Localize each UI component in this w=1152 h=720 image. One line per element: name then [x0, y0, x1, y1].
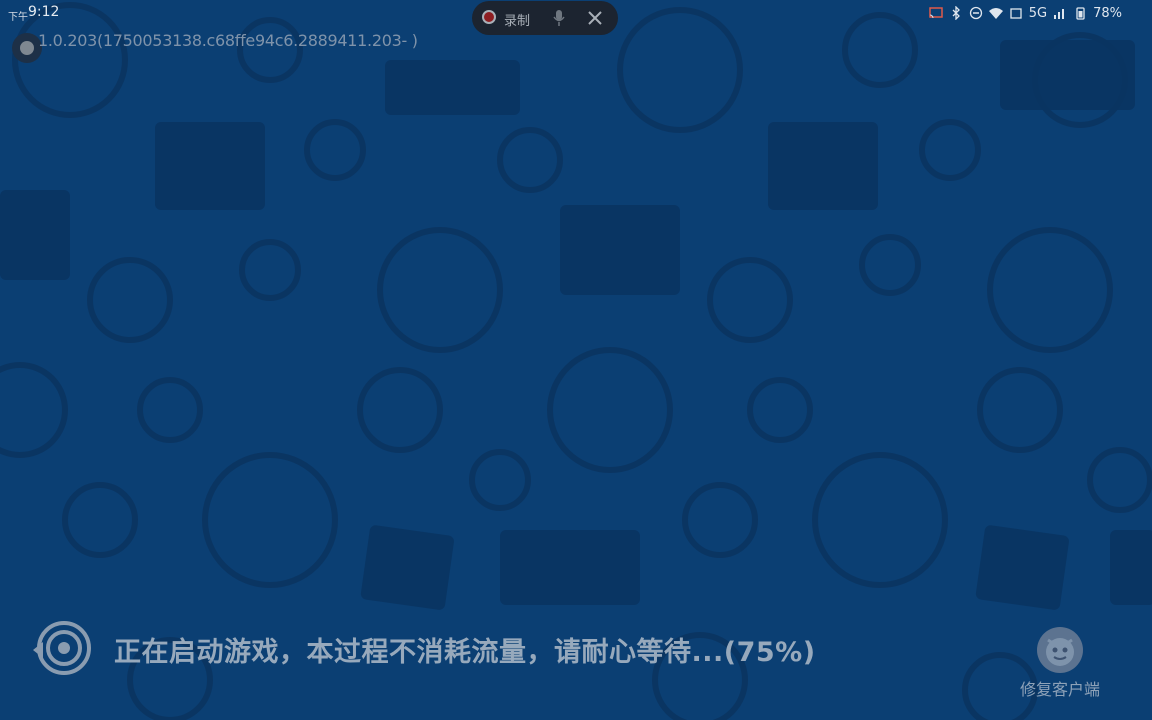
cast-icon	[928, 7, 943, 19]
close-icon[interactable]	[587, 10, 603, 26]
time-prefix: 下午	[8, 12, 28, 23]
background-pattern	[0, 2, 1152, 720]
record-dot-icon[interactable]	[482, 10, 496, 24]
sim-icon	[1010, 8, 1022, 19]
do-not-disturb-icon	[969, 6, 982, 20]
microphone-icon[interactable]	[552, 9, 566, 27]
repair-client-button[interactable]: 修复客户端	[1008, 624, 1112, 700]
record-label: 录制	[504, 14, 531, 29]
bluetooth-icon	[952, 6, 960, 20]
wifi-icon	[988, 8, 1003, 19]
status-icons: 5G 78%	[928, 3, 1122, 23]
signal-icon	[1054, 9, 1065, 19]
network-type: 5G	[1028, 5, 1048, 21]
repair-mascot-icon	[1037, 627, 1083, 673]
version-text: 1.0.203(1750053138.c68ffe94c6.2889411.20…	[38, 31, 418, 50]
clock: 9:12	[28, 4, 60, 20]
loading-spinner-icon	[33, 621, 91, 675]
battery-icon	[1076, 7, 1085, 20]
repair-client-label: 修复客户端	[1019, 680, 1100, 699]
loading-status-text: 正在启动游戏，本过程不消耗流量，请耐心等待...(75%)	[114, 637, 816, 668]
screen-recording-toolbar[interactable]: 录制	[472, 1, 618, 35]
battery-level: 78%	[1093, 5, 1122, 21]
